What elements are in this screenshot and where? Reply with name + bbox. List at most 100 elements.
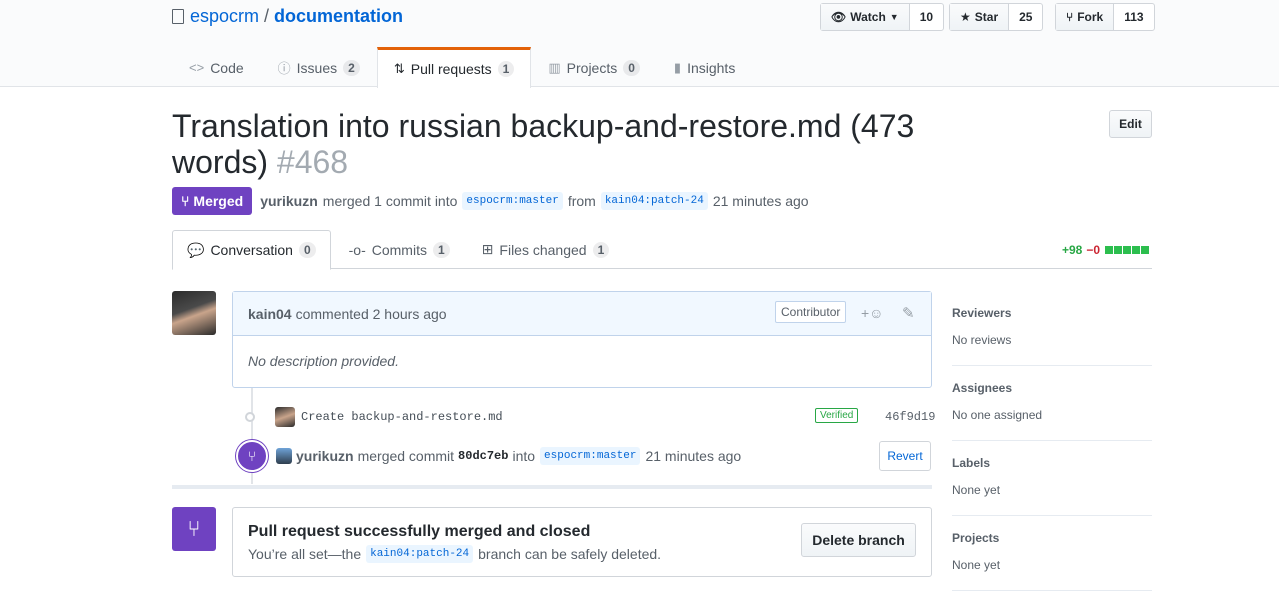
star-button[interactable]: ★ Star [950, 4, 1010, 30]
commit-dot-icon [245, 412, 255, 422]
watch-count[interactable]: 10 [910, 4, 943, 30]
pr-tabs: 💬 Conversation 0 -o- Commits 1 ⊞ Files change… [172, 230, 1152, 270]
tab-label: Issues [296, 59, 338, 76]
repo-title: espocrm / documentation [172, 6, 403, 27]
sidebar-heading: Labels [952, 456, 991, 470]
comment-action: commented 2 hours ago [295, 305, 447, 322]
comment-body: No description provided. [248, 353, 399, 369]
diffstat-additions: +98 [1062, 243, 1083, 257]
merger-link[interactable]: yurikuzn [260, 193, 318, 209]
diffstat-block [1123, 246, 1132, 254]
sidebar-reviewers[interactable]: Reviewers No reviews [952, 291, 1152, 366]
merge-event-action: merged commit [357, 448, 455, 464]
add-reaction-icon[interactable]: +☺ [861, 305, 883, 321]
file-diff-icon: ⊞ [481, 241, 494, 257]
sidebar-heading: Reviewers [952, 306, 1012, 320]
pr-title: Translation into russian backup-and-rest… [172, 108, 932, 180]
sidebar-value: No one assigned [952, 408, 1043, 422]
tab-counter: 0 [298, 242, 316, 258]
commit-row: Create backup-and-restore.md Verified 46… [245, 405, 935, 429]
sidebar-projects[interactable]: Projects None yet [952, 516, 1152, 591]
star-count[interactable]: 25 [1009, 4, 1042, 30]
tab-label: Code [210, 59, 244, 76]
contributor-badge: Contributor [775, 301, 847, 323]
tab-issues[interactable]: ⓘ Issues 2 [261, 47, 377, 87]
sidebar-value: No reviews [952, 333, 1012, 347]
tab-code[interactable]: <> Code [172, 47, 261, 87]
repo-owner-link[interactable]: espocrm [190, 6, 259, 27]
tab-counter: 0 [623, 59, 640, 76]
merge-sha-link[interactable]: 80dc7eb [458, 449, 508, 463]
repo-icon [172, 9, 184, 24]
fork-count[interactable]: 113 [1114, 4, 1153, 30]
watch-label: Watch [850, 10, 886, 24]
tab-counter: 1 [497, 61, 515, 77]
merger-avatar[interactable] [276, 448, 292, 464]
merge-time[interactable]: 21 minutes ago [713, 193, 809, 209]
repo-header: espocrm / documentation 👁 Watch ▼ 10 ★ Star… [0, 0, 1279, 88]
diffstat-block [1141, 246, 1150, 254]
tab-label: Projects [566, 59, 618, 76]
author-avatar[interactable] [172, 291, 216, 335]
tab-label: Pull requests [410, 61, 492, 77]
edit-button[interactable]: Edit [1109, 110, 1152, 138]
pr-meta: ⑂ Merged yurikuzn merged 1 commit into es… [172, 187, 809, 215]
tab-commits[interactable]: -o- Commits 1 [335, 230, 464, 269]
commit-author-avatar[interactable] [275, 407, 295, 427]
merge-event-time[interactable]: 21 minutes ago [645, 448, 741, 464]
verified-badge[interactable]: Verified [815, 408, 859, 423]
sidebar-assignees[interactable]: Assignees No one assigned [952, 366, 1152, 441]
head-branch[interactable]: kain04:patch-24 [600, 192, 708, 210]
graph-icon: ▮ [673, 59, 682, 75]
state-label: Merged [193, 193, 244, 209]
meta-text: merged 1 commit into [322, 193, 458, 209]
eye-icon: 👁 [831, 10, 847, 24]
tab-pull-requests[interactable]: ⇅ Pull requests 1 [376, 47, 532, 88]
repo-name-link[interactable]: documentation [274, 6, 403, 27]
caret-down-icon: ▼ [889, 12, 899, 22]
sidebar-labels[interactable]: Labels None yet [952, 441, 1152, 516]
repo-separator: / [264, 6, 270, 26]
merge-status-box: Pull request successfully merged and clo… [232, 507, 932, 577]
sidebar-heading: Assignees [952, 381, 1013, 395]
watch-button[interactable]: 👁 Watch ▼ [821, 4, 910, 30]
state-badge: ⑂ Merged [172, 187, 253, 215]
deletable-branch[interactable]: kain04:patch-24 [366, 545, 474, 563]
diffstat: +98 −0 [1062, 243, 1150, 257]
merge-event: ⑂ yurikuzn merged commit 80dc7eb into es… [236, 440, 936, 472]
revert-button[interactable]: Revert [879, 441, 931, 471]
commit-sha-link[interactable]: 46f9d19 [885, 410, 935, 424]
merge-status-text-before: You’re all set—the [248, 546, 362, 562]
merge-icon: ⑂ [181, 193, 190, 209]
tab-label: Files changed [499, 241, 587, 258]
tab-files-changed[interactable]: ⊞ Files changed 1 [468, 230, 624, 269]
tab-insights[interactable]: ▮ Insights [657, 47, 752, 87]
diffstat-block [1114, 246, 1123, 254]
pencil-icon[interactable]: ✎ [902, 304, 915, 322]
tab-projects[interactable]: ▥ Projects 0 [531, 47, 657, 87]
delete-branch-button[interactable]: Delete branch [801, 523, 916, 557]
merger-link[interactable]: yurikuzn [296, 448, 354, 464]
tab-label: Insights [687, 59, 736, 76]
tab-counter: 2 [343, 59, 360, 76]
tab-label: Conversation [210, 242, 293, 258]
tab-counter: 1 [432, 241, 450, 258]
pull-request-icon: ⇅ [393, 61, 405, 76]
sidebar-heading: Projects [952, 531, 1000, 545]
fork-button[interactable]: ⑂ Fork [1056, 4, 1115, 30]
tab-conversation[interactable]: 💬 Conversation 0 [172, 230, 331, 270]
commit-message-link[interactable]: Create backup-and-restore.md [301, 410, 503, 424]
tab-label: Commits [371, 241, 427, 258]
diffstat-deletions: −0 [1086, 243, 1101, 257]
target-branch[interactable]: espocrm:master [540, 447, 641, 465]
star-icon: ★ [960, 10, 971, 24]
star-label: Star [974, 10, 999, 24]
comment-box: kain04 commented 2 hours ago Contributor… [232, 291, 932, 388]
repo-nav: <> Code ⓘ Issues 2 ⇅ Pull requests 1 ▥ Project… [172, 47, 752, 88]
tab-counter: 1 [592, 241, 610, 258]
base-branch[interactable]: espocrm:master [462, 192, 563, 210]
fork-icon: ⑂ [1066, 10, 1074, 24]
merge-status-text-after: branch can be safely deleted. [478, 546, 662, 562]
comment-author-link[interactable]: kain04 [248, 306, 292, 322]
watch-group: 👁 Watch ▼ 10 [820, 3, 945, 31]
